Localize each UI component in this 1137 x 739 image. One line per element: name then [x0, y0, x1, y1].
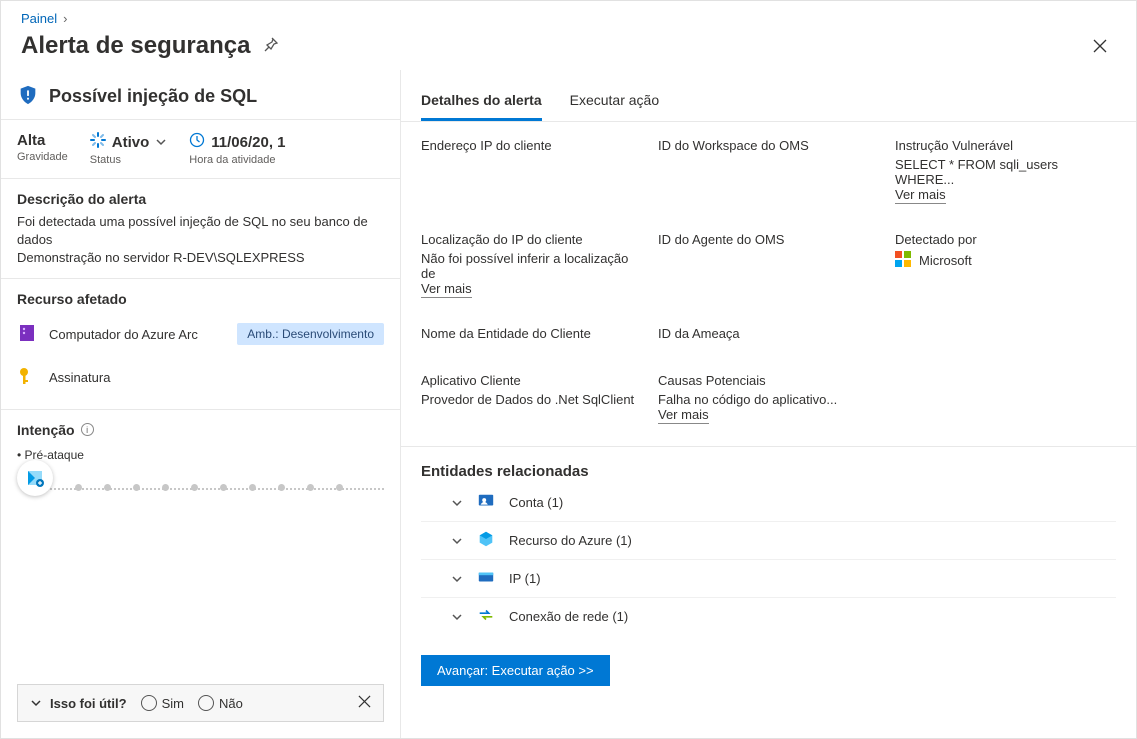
chevron-down-icon[interactable]: [155, 136, 167, 148]
detail-fields: Endereço IP do cliente ID do Workspace d…: [401, 122, 1136, 440]
field-client-entity: Nome da Entidade do Cliente: [421, 326, 642, 345]
status-metric[interactable]: Ativo Status: [90, 132, 168, 166]
page-header: Painel › Alerta de segurança: [1, 1, 1136, 70]
network-icon: [477, 606, 495, 627]
spinner-icon: [90, 132, 106, 152]
clock-icon: [189, 132, 205, 152]
alert-detail-page: Painel › Alerta de segurança Possível in…: [0, 0, 1137, 739]
description-line2: Demonstração no servidor R-DEV\SQLEXPRES…: [17, 249, 384, 267]
breadcrumb-root-link[interactable]: Painel: [21, 11, 57, 26]
chevron-down-icon: [451, 573, 463, 585]
time-value: 11/06/20, 1: [211, 134, 285, 151]
next-action-button[interactable]: Avançar: Executar ação >>: [421, 655, 610, 686]
field-client-app: Aplicativo Cliente Provedor de Dados do …: [421, 373, 642, 424]
detail-tabs: Detalhes do alerta Executar ação: [401, 70, 1136, 122]
feedback-question: Isso foi útil?: [50, 696, 127, 711]
feedback-close-button[interactable]: [358, 695, 371, 711]
key-icon: [17, 366, 37, 389]
close-button[interactable]: [1084, 30, 1116, 62]
info-icon[interactable]: i: [81, 423, 94, 436]
related-entity-label: IP (1): [509, 571, 541, 586]
affected-resource-row[interactable]: Computador do Azure Arc Amb.: Desenvolvi…: [17, 313, 384, 356]
related-entity-account[interactable]: Conta (1): [421, 484, 1116, 522]
feedback-yes-radio[interactable]: Sim: [141, 695, 184, 711]
related-entity-label: Recurso do Azure (1): [509, 533, 632, 548]
related-entity-ip[interactable]: IP (1): [421, 560, 1116, 598]
chevron-down-icon: [451, 611, 463, 623]
field-threat-id: ID da Ameaça: [658, 326, 879, 345]
related-entity-label: Conexão de rede (1): [509, 609, 628, 624]
pin-icon[interactable]: [262, 37, 278, 56]
environment-badge: Amb.: Desenvolvimento: [237, 323, 384, 345]
breadcrumb: Painel ›: [21, 11, 1116, 26]
field-potential-causes: Causas Potenciais Falha no código do apl…: [658, 373, 879, 424]
activity-time-metric: 11/06/20, 1 Hora da atividade: [189, 132, 285, 166]
chevron-down-icon: [451, 497, 463, 509]
see-more-link[interactable]: Ver mais: [421, 281, 472, 298]
summary-pane: Possível injeção de SQL Alta Gravidade A…: [1, 70, 401, 738]
intent-section: Intenção i • Pré-ataque: [1, 409, 400, 526]
alert-name: Possível injeção de SQL: [49, 86, 257, 107]
see-more-link[interactable]: Ver mais: [895, 187, 946, 204]
status-label: Status: [90, 154, 168, 166]
affected-title: Recurso afetado: [17, 291, 384, 307]
related-entities-title: Entidades relacionadas: [421, 463, 1116, 480]
tab-action[interactable]: Executar ação: [570, 86, 660, 121]
field-client-ip: Endereço IP do cliente: [421, 138, 642, 204]
alert-title-row: Possível injeção de SQL: [1, 70, 400, 119]
description-title: Descrição do alerta: [17, 191, 384, 207]
intent-title: Intenção: [17, 422, 75, 438]
status-value: Ativo: [112, 134, 150, 151]
time-label: Hora da atividade: [189, 154, 285, 166]
affected-resource-section: Recurso afetado Computador do Azure Arc …: [1, 278, 400, 409]
kill-chain-strip: [17, 480, 384, 516]
chevron-down-icon: [451, 535, 463, 547]
cube-icon: [477, 530, 495, 551]
subscription-row[interactable]: Assinatura: [17, 356, 384, 399]
feedback-no-radio[interactable]: Não: [198, 695, 243, 711]
related-entity-azure-resource[interactable]: Recurso do Azure (1): [421, 522, 1116, 560]
feedback-bar: Isso foi útil? Sim Não: [17, 684, 384, 722]
related-entity-label: Conta (1): [509, 495, 563, 510]
field-vulnerable-statement: Instrução Vulnerável SELECT * FROM sqli_…: [895, 138, 1116, 204]
tab-details[interactable]: Detalhes do alerta: [421, 86, 542, 121]
breadcrumb-separator: ›: [63, 11, 67, 26]
shield-icon: [17, 84, 39, 109]
description-line1: Foi detectada uma possível injeção de SQ…: [17, 213, 384, 249]
page-title: Alerta de segurança: [21, 32, 250, 60]
ip-icon: [477, 568, 495, 589]
field-oms-workspace: ID do Workspace do OMS: [658, 138, 879, 204]
detail-pane: Detalhes do alerta Executar ação Endereç…: [401, 70, 1136, 738]
detected-by-value: Microsoft: [919, 253, 972, 268]
related-entities-section: Entidades relacionadas Conta (1) Recurso…: [401, 446, 1136, 649]
related-entity-network[interactable]: Conexão de rede (1): [421, 598, 1116, 635]
field-client-ip-location: Localização do IP do cliente Não foi pos…: [421, 232, 642, 298]
chevron-down-icon[interactable]: [30, 697, 42, 709]
field-detected-by: Detectado por Microsoft: [895, 232, 1116, 298]
intent-stage: • Pré-ataque: [17, 448, 384, 462]
affected-resource-label: Computador do Azure Arc: [49, 327, 198, 342]
see-more-link[interactable]: Ver mais: [658, 407, 709, 424]
subscription-label: Assinatura: [49, 370, 110, 385]
microsoft-logo-icon: [895, 251, 911, 270]
account-icon: [477, 492, 495, 513]
current-phase-icon: [17, 460, 53, 496]
server-icon: [17, 323, 37, 346]
field-oms-agent: ID do Agente do OMS: [658, 232, 879, 298]
description-section: Descrição do alerta Foi detectada uma po…: [1, 179, 400, 278]
severity-label: Gravidade: [17, 151, 68, 163]
severity-value: Alta: [17, 132, 45, 149]
severity-metric: Alta Gravidade: [17, 132, 68, 166]
alert-metrics: Alta Gravidade Ativo Status: [1, 119, 400, 179]
